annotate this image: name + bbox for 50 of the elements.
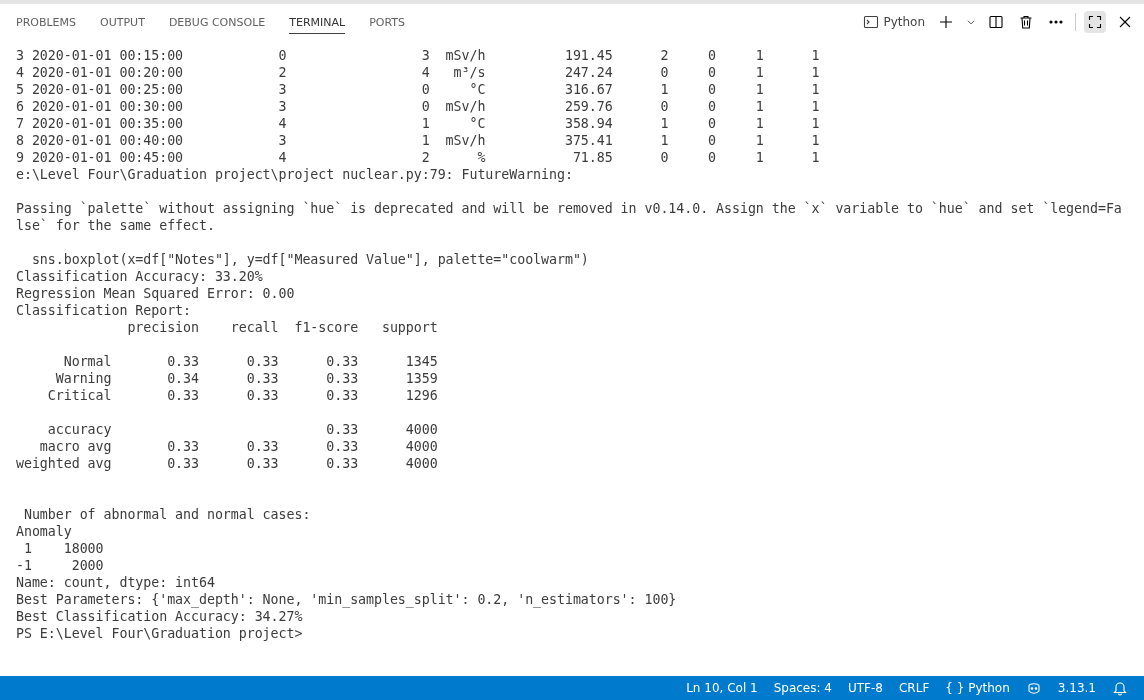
terminal-line: 3 2020-01-01 00:15:00 0 3 mSv/h 191.45 2 0 1 1 — [16, 47, 820, 64]
terminal-line: 8 2020-01-01 00:40:00 3 1 mSv/h 375.41 1 0 1 1 — [16, 132, 820, 149]
panel-tab[interactable]: DEBUG CONSOLE — [168, 10, 266, 34]
terminal-line: 9 2020-01-01 00:45:00 4 2 % 71.85 0 0 1 1 — [16, 149, 820, 166]
plus-icon — [938, 14, 954, 30]
terminal-line: Number of abnormal and normal cases: — [22, 506, 311, 523]
terminal-line: weighted avg 0.33 0.33 0.33 4000 — [16, 455, 438, 472]
encoding-setting[interactable]: UTF-8 — [840, 681, 891, 695]
maximize-panel-button[interactable] — [1084, 11, 1106, 33]
terminal-line: e:\Level Four\Graduation project\project nuclear.py:79: FutureWarning: — [16, 166, 573, 183]
terminal-line: Regression Mean Squared Error: 0.00 — [16, 285, 295, 302]
terminal-line: 5 2020-01-01 00:25:00 3 0 °C 316.67 1 0 1 1 — [16, 81, 820, 98]
close-icon — [1117, 14, 1133, 30]
terminal-line: Classification Accuracy: 33.20% — [16, 268, 263, 285]
terminal-line: 6 2020-01-01 00:30:00 3 0 mSv/h 259.76 0 0 1 1 — [16, 98, 820, 115]
terminal-line: Best Classification Accuracy: 34.27% — [16, 608, 303, 625]
terminal-line: Normal 0.33 0.33 0.33 1345 — [62, 353, 438, 370]
terminal-line: 1 18000 — [22, 540, 104, 557]
panel-tab[interactable]: PROBLEMS — [16, 10, 77, 34]
indentation-setting[interactable]: Spaces: 4 — [765, 681, 840, 695]
terminal-line: PS E:\Level Four\Graduation project> — [16, 625, 303, 642]
maximize-icon — [1087, 14, 1103, 30]
split-icon — [988, 14, 1004, 30]
terminal-line: -1 2000 — [16, 557, 104, 574]
chevron-down-icon — [966, 17, 976, 27]
terminal-line: 4 2020-01-01 00:20:00 2 4 m³/s 247.24 0 0 1 1 — [16, 64, 820, 81]
language-mode[interactable]: { } Python — [937, 681, 1018, 695]
terminal-line: 7 2020-01-01 00:35:00 4 1 °C 358.94 1 0 1 1 — [16, 115, 820, 132]
terminal-line: Warning 0.34 0.33 0.33 1359 — [54, 370, 438, 387]
terminal-line: accuracy 0.33 4000 — [46, 421, 438, 438]
terminal-line: precision recall f1-score support — [126, 319, 438, 336]
terminal-line: lse` for the same effect. — [16, 217, 215, 234]
bell-icon — [1112, 680, 1128, 696]
terminal-line: sns.boxplot(x=df["Notes"], y=df["Measured Value"], palette="coolwarm") — [30, 251, 589, 268]
terminal-line: macro avg 0.33 0.33 0.33 4000 — [38, 438, 438, 455]
panel-tab[interactable]: TERMINAL — [289, 10, 346, 34]
trash-icon — [1018, 14, 1034, 30]
terminal-icon — [863, 14, 880, 30]
line-ending-setting[interactable]: CRLF — [891, 681, 938, 695]
cursor-position[interactable]: Ln 10, Col 1 — [678, 681, 766, 695]
terminal-profile-button[interactable]: Python — [861, 12, 927, 32]
terminal-line: Anomaly — [16, 523, 72, 540]
terminal-line: Classification Report: — [16, 302, 192, 319]
terminal-line: Passing `palette` without assigning `hue` is deprecated and will be removed in v0.14.0. Assign the `x` variable to `hue` and set `legend=Fa — [16, 200, 1122, 217]
python-version[interactable]: 3.13.1 — [1049, 681, 1104, 695]
panel-tab[interactable]: PORTS — [369, 10, 405, 34]
terminal-line: Best Parameters: {'max_depth': None, 'min_samples_split': 0.2, 'n_estimators': 100} — [16, 591, 677, 608]
terminal-line: Critical 0.33 0.33 0.33 1296 — [46, 387, 438, 404]
terminal-line: Name: count, dtype: int64 — [16, 574, 215, 591]
panel-tab[interactable]: OUTPUT — [100, 10, 145, 34]
